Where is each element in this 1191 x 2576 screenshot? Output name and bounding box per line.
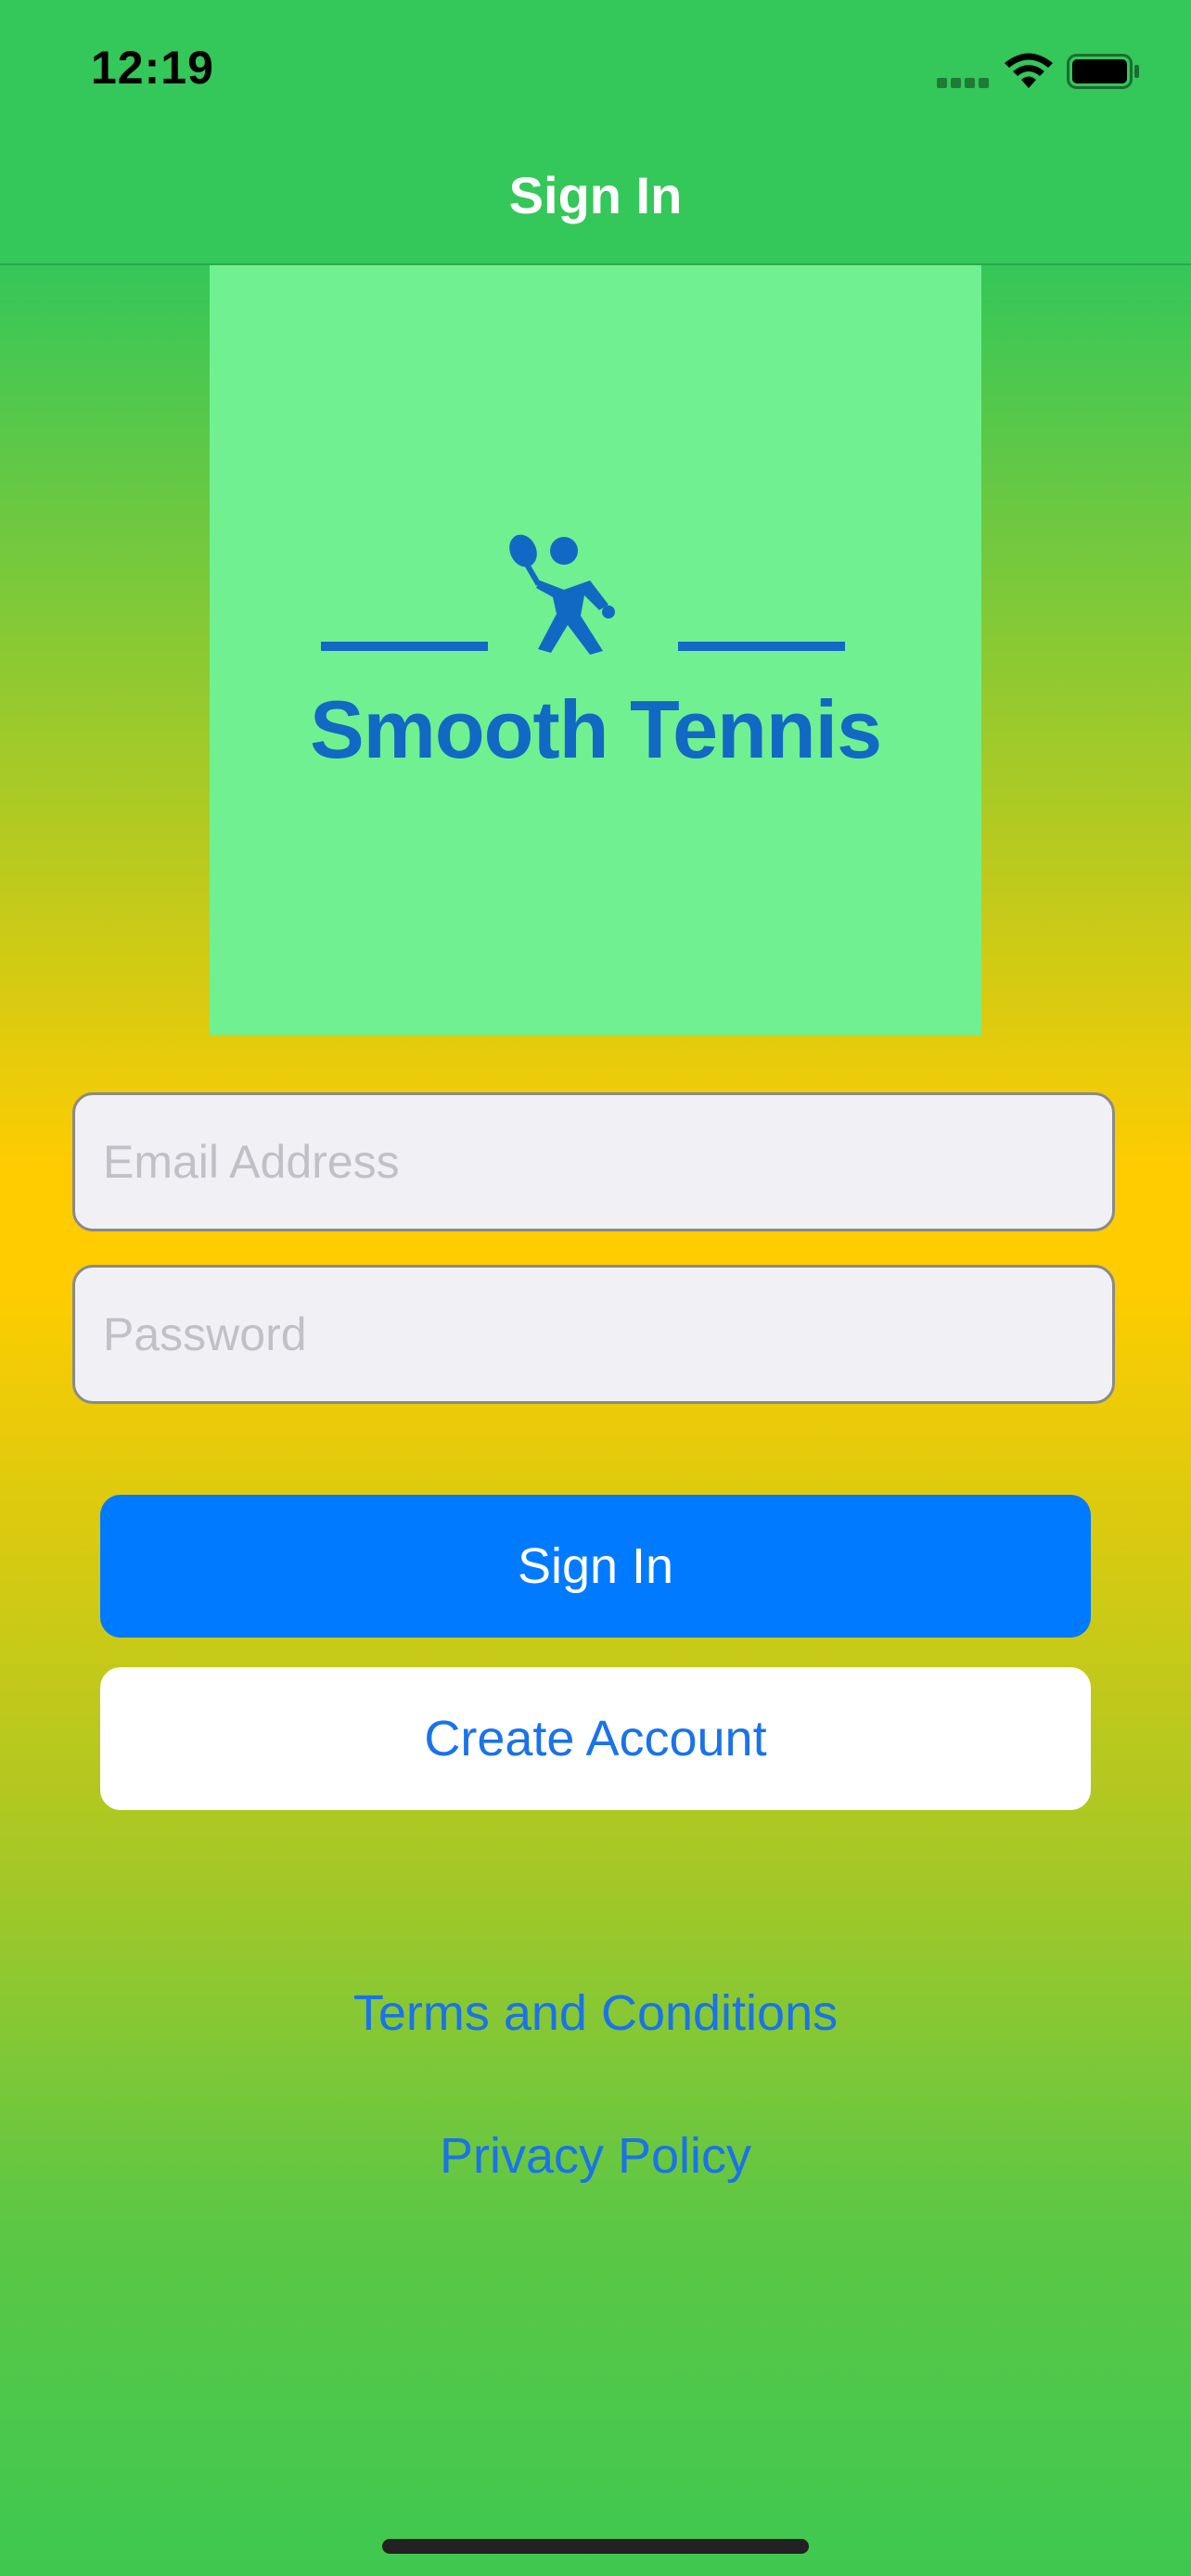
page-title: Sign In — [508, 166, 683, 224]
password-field[interactable] — [72, 1265, 1115, 1404]
home-indicator[interactable] — [382, 2539, 809, 2554]
terms-and-conditions-link[interactable]: Terms and Conditions — [0, 1984, 1191, 2042]
status-time: 12:19 — [91, 42, 214, 94]
sign-in-screen: 12:19 Sign In Smooth Tennis Email Addres… — [0, 0, 1191, 2576]
tennis-player-icon — [321, 534, 845, 655]
battery-icon — [1067, 54, 1139, 89]
logo-wordmark: Smooth Tennis — [309, 683, 882, 775]
navigation-bar: Sign In — [0, 139, 1191, 265]
email-field[interactable] — [72, 1092, 1115, 1231]
create-account-button[interactable]: Create Account — [100, 1667, 1091, 1810]
status-bar: 12:19 — [0, 0, 1191, 139]
app-logo: Smooth Tennis — [210, 265, 981, 1035]
cellular-signal-icon — [937, 76, 992, 89]
wifi-icon — [1005, 53, 1053, 88]
privacy-policy-link[interactable]: Privacy Policy — [0, 2127, 1191, 2185]
sign-in-button[interactable]: Sign In — [100, 1495, 1091, 1638]
